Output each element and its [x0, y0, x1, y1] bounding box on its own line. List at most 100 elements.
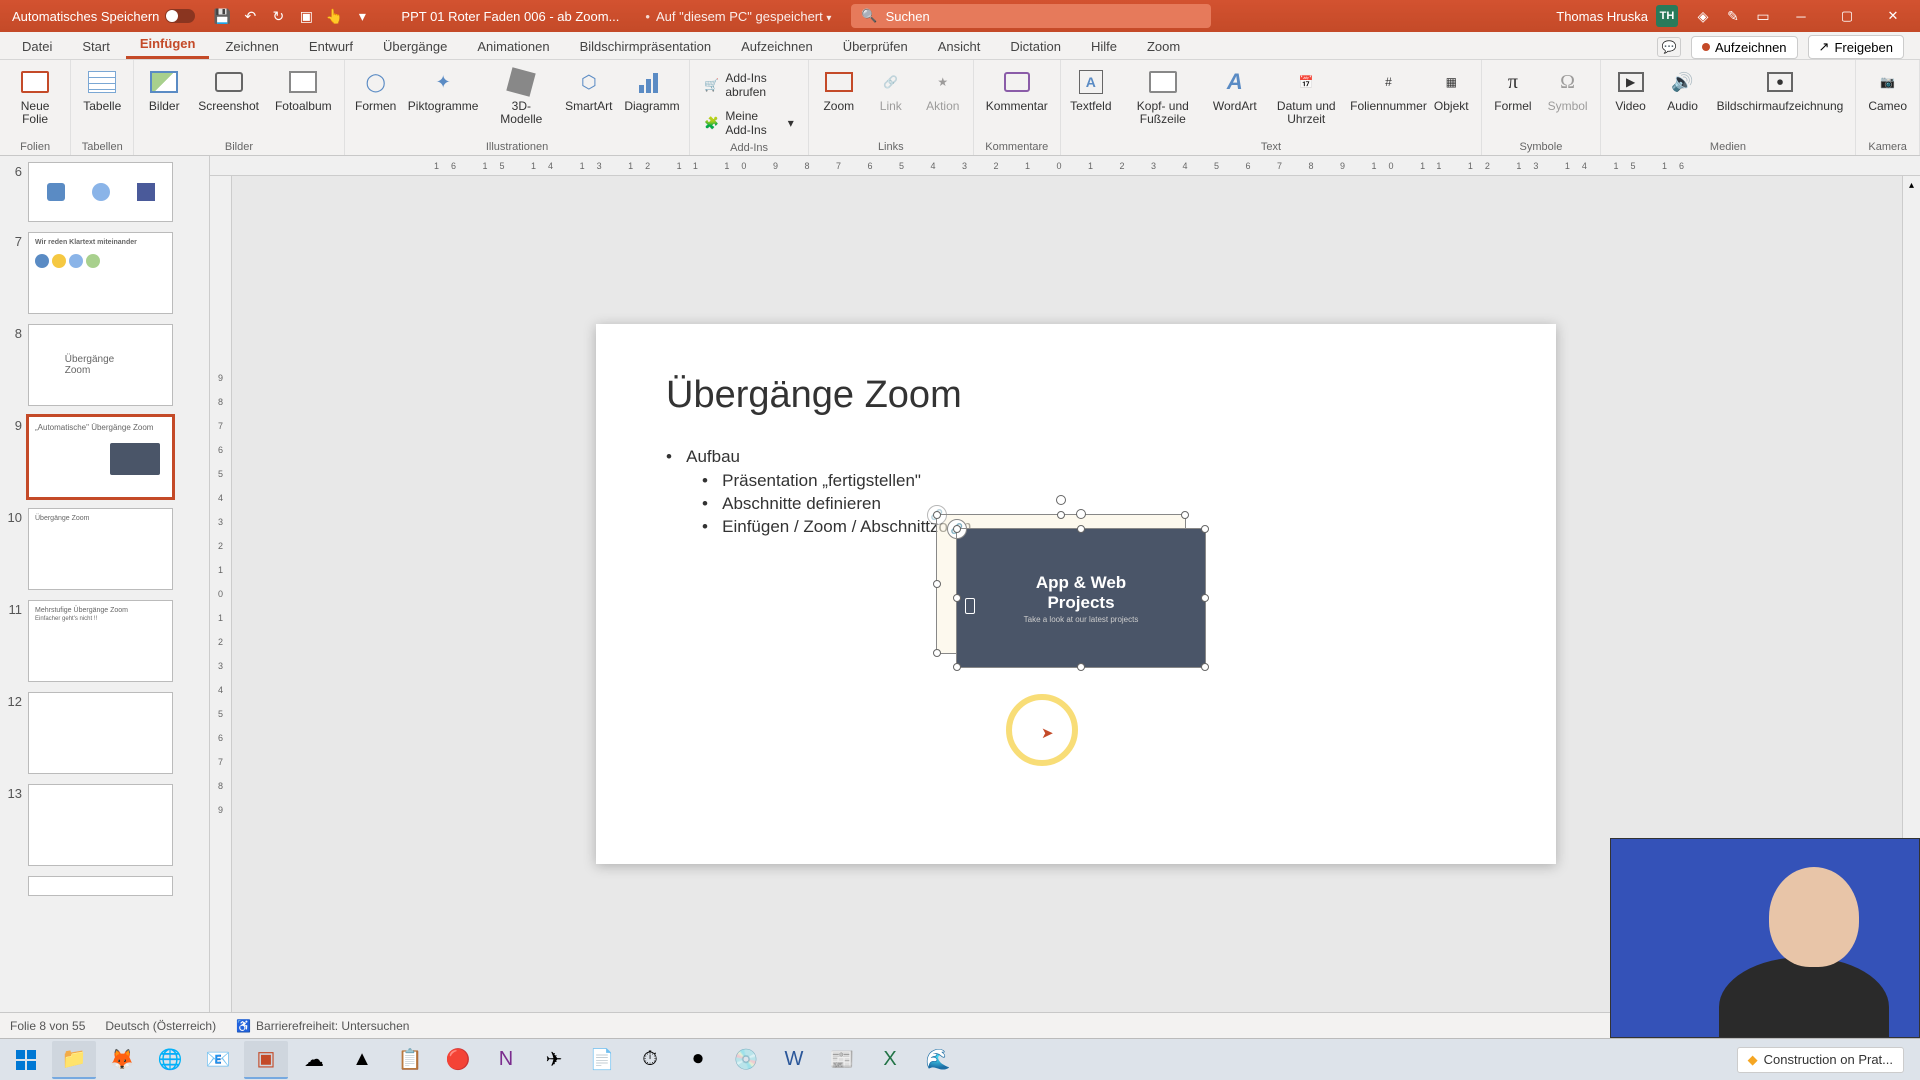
- tab-aufzeichnen[interactable]: Aufzeichnen: [727, 34, 827, 59]
- scroll-up-icon[interactable]: ▴: [1903, 176, 1920, 194]
- smartart-button[interactable]: ⬡SmartArt: [561, 62, 617, 117]
- app-taskbar-icon[interactable]: 📄: [580, 1041, 624, 1079]
- foliennummer-button[interactable]: #Foliennummer: [1354, 62, 1423, 117]
- diagramm-button[interactable]: Diagramm: [621, 62, 684, 117]
- slide[interactable]: Übergänge Zoom • Aufbau • Präsentation „…: [596, 324, 1556, 864]
- tabelle-button[interactable]: Tabelle: [77, 62, 127, 117]
- user-account[interactable]: Thomas Hruska TH: [1546, 5, 1688, 27]
- aktion-button[interactable]: ★Aktion: [919, 62, 967, 117]
- fotoalbum-button[interactable]: Fotoalbum: [269, 62, 338, 117]
- redo-icon[interactable]: ↻: [269, 7, 287, 25]
- bildschirmaufzeichnung-button[interactable]: ⏺Bildschirmaufzeichnung: [1711, 62, 1850, 117]
- thumbnail[interactable]: 7 Wir reden Klartext miteinander: [4, 232, 205, 314]
- app-taskbar-icon[interactable]: 💿: [724, 1041, 768, 1079]
- word-taskbar-icon[interactable]: W: [772, 1041, 816, 1079]
- link-button[interactable]: 🔗Link: [867, 62, 915, 117]
- undo-icon[interactable]: ↶: [241, 7, 259, 25]
- app-taskbar-icon[interactable]: ⏺: [676, 1041, 720, 1079]
- chrome-taskbar-icon[interactable]: 🌐: [148, 1041, 192, 1079]
- textfeld-button[interactable]: ATextfeld: [1067, 62, 1115, 117]
- touch-icon[interactable]: 👆: [325, 7, 343, 25]
- vlc-taskbar-icon[interactable]: ▲: [340, 1041, 384, 1079]
- save-status[interactable]: Auf "diesem PC" gespeichert ▾: [656, 9, 831, 24]
- window-icon[interactable]: ▭: [1754, 7, 1772, 25]
- share-button[interactable]: ↗Freigeben: [1808, 35, 1904, 59]
- excel-taskbar-icon[interactable]: X: [868, 1041, 912, 1079]
- kommentar-button[interactable]: Kommentar: [980, 62, 1054, 117]
- formen-button[interactable]: ◯Formen: [351, 62, 401, 117]
- explorer-taskbar-icon[interactable]: 📁: [52, 1041, 96, 1079]
- kopf-fusszeile-button[interactable]: Kopf- und Fußzeile: [1119, 62, 1207, 130]
- thumbnail[interactable]: 6: [4, 162, 205, 222]
- formel-button[interactable]: πFormel: [1488, 62, 1537, 117]
- zoom-button[interactable]: Zoom: [815, 62, 863, 117]
- tab-start[interactable]: Start: [68, 34, 123, 59]
- tab-zeichnen[interactable]: Zeichnen: [211, 34, 292, 59]
- thumbnail[interactable]: 11 Mehrstufige Übergänge ZoomEinfacher g…: [4, 600, 205, 682]
- tab-bildschirmpraesentation[interactable]: Bildschirmpräsentation: [566, 34, 726, 59]
- coming-soon-icon[interactable]: ◈: [1694, 7, 1712, 25]
- record-button[interactable]: Aufzeichnen: [1691, 36, 1798, 59]
- symbol-button[interactable]: ΩSymbol: [1542, 62, 1594, 117]
- tab-ansicht[interactable]: Ansicht: [924, 34, 995, 59]
- meine-addins-button[interactable]: 🧩Meine Add-Ins ▾: [696, 106, 801, 140]
- cameo-button[interactable]: 📷Cameo: [1862, 62, 1913, 117]
- app-taskbar-icon[interactable]: 📰: [820, 1041, 864, 1079]
- tab-dictation[interactable]: Dictation: [996, 34, 1075, 59]
- bilder-button[interactable]: Bilder: [140, 62, 188, 117]
- app-taskbar-icon[interactable]: ⏱: [628, 1041, 672, 1079]
- onenote-taskbar-icon[interactable]: N: [484, 1041, 528, 1079]
- pen-icon[interactable]: ✎: [1724, 7, 1742, 25]
- comments-pane-button[interactable]: 💬: [1657, 37, 1681, 57]
- taskbar-notification-area[interactable]: ◆ Construction on Prat...: [1725, 1047, 1916, 1073]
- start-button[interactable]: [4, 1041, 48, 1079]
- thumbnail[interactable]: 13: [4, 784, 205, 866]
- tab-zoom[interactable]: Zoom: [1133, 34, 1194, 59]
- addins-abrufen-button[interactable]: 🛒Add-Ins abrufen: [696, 68, 801, 102]
- present-icon[interactable]: ▣: [297, 7, 315, 25]
- search-box[interactable]: 🔍 Suchen: [851, 4, 1211, 28]
- maximize-button[interactable]: ▢: [1824, 0, 1870, 32]
- slide-title[interactable]: Übergänge Zoom: [666, 374, 1486, 417]
- powerpoint-taskbar-icon[interactable]: ▣: [244, 1041, 288, 1079]
- audio-button[interactable]: 🔊Audio: [1659, 62, 1707, 117]
- language-indicator[interactable]: Deutsch (Österreich): [105, 1019, 216, 1033]
- tab-animationen[interactable]: Animationen: [463, 34, 563, 59]
- document-title[interactable]: PPT 01 Roter Faden 006 - ab Zoom...: [381, 9, 639, 24]
- rotate-handle[interactable]: [1056, 495, 1066, 505]
- firefox-taskbar-icon[interactable]: 🦊: [100, 1041, 144, 1079]
- tab-entwurf[interactable]: Entwurf: [295, 34, 367, 59]
- objekt-button[interactable]: ▦Objekt: [1427, 62, 1475, 117]
- minimize-button[interactable]: ─: [1778, 0, 1824, 32]
- video-button[interactable]: ▶Video: [1607, 62, 1655, 117]
- thumbnail[interactable]: 8 Übergänge Zoom: [4, 324, 205, 406]
- thumbnail-selected[interactable]: 9 „Automatische" Übergänge Zoom: [4, 416, 205, 498]
- notification-toast[interactable]: ◆ Construction on Prat...: [1737, 1047, 1904, 1073]
- accessibility-check[interactable]: ♿Barrierefreiheit: Untersuchen: [236, 1019, 409, 1033]
- close-button[interactable]: ✕: [1870, 0, 1916, 32]
- tab-einfuegen[interactable]: Einfügen: [126, 31, 210, 59]
- toggle-switch[interactable]: [165, 9, 195, 23]
- tab-ueberpruefen[interactable]: Überprüfen: [829, 34, 922, 59]
- thumbnail[interactable]: 10 Übergänge Zoom: [4, 508, 205, 590]
- rotate-handle[interactable]: [1076, 509, 1086, 519]
- app-taskbar-icon[interactable]: ☁: [292, 1041, 336, 1079]
- slide-counter[interactable]: Folie 8 von 55: [10, 1019, 85, 1033]
- screenshot-button[interactable]: Screenshot: [192, 62, 265, 117]
- thumbnail[interactable]: 12: [4, 692, 205, 774]
- telegram-taskbar-icon[interactable]: ✈: [532, 1041, 576, 1079]
- autosave-toggle[interactable]: Automatisches Speichern: [4, 9, 203, 24]
- 3d-modelle-button[interactable]: 3D- Modelle: [486, 62, 557, 130]
- wordart-button[interactable]: AWordArt: [1211, 62, 1259, 117]
- edge-taskbar-icon[interactable]: 🌊: [916, 1041, 960, 1079]
- outlook-taskbar-icon[interactable]: 📧: [196, 1041, 240, 1079]
- neue-folie-button[interactable]: Neue Folie: [6, 62, 64, 130]
- qat-more-icon[interactable]: ▾: [353, 7, 371, 25]
- app-taskbar-icon[interactable]: 🔴: [436, 1041, 480, 1079]
- zoom-objects-selection[interactable]: 🔗: [936, 504, 1216, 694]
- app-taskbar-icon[interactable]: 📋: [388, 1041, 432, 1079]
- tab-hilfe[interactable]: Hilfe: [1077, 34, 1131, 59]
- datum-uhrzeit-button[interactable]: 📅Datum und Uhrzeit: [1263, 62, 1350, 130]
- save-icon[interactable]: 💾: [213, 7, 231, 25]
- thumbnail[interactable]: [4, 876, 205, 896]
